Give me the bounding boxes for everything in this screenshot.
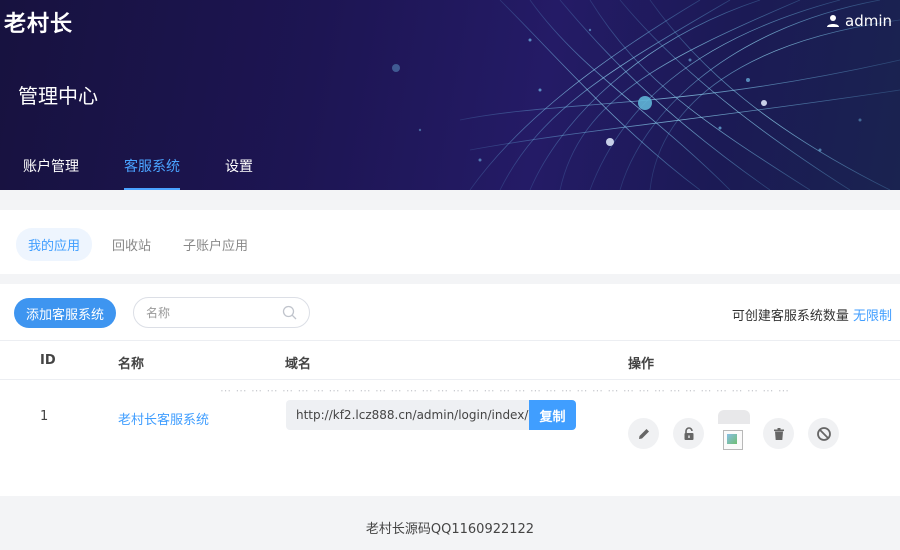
edit-button[interactable] bbox=[628, 418, 659, 449]
tab-my-apps[interactable]: 我的应用 bbox=[16, 228, 93, 261]
app-tabs: 我的应用 回收站 子账户应用 bbox=[16, 228, 260, 261]
ghost-tab bbox=[718, 410, 750, 424]
username: admin bbox=[845, 12, 892, 30]
trash-icon bbox=[773, 427, 784, 440]
domain-field[interactable]: http://kf2.lcz888.cn/admin/login/index/ bbox=[286, 400, 532, 430]
column-actions: 操作 bbox=[628, 357, 655, 372]
nav-customer-service[interactable]: 客服系统 bbox=[124, 150, 180, 190]
search-input[interactable] bbox=[146, 304, 276, 322]
tabs-card: 我的应用 回收站 子账户应用 bbox=[0, 210, 900, 274]
disable-button[interactable] bbox=[808, 418, 839, 449]
tab-recycle-bin[interactable]: 回收站 bbox=[100, 228, 163, 261]
unlock-button[interactable] bbox=[673, 418, 704, 449]
footer-text: 老村长源码QQ1160922122 bbox=[365, 522, 535, 537]
column-domain: 域名 bbox=[285, 357, 312, 372]
copy-button[interactable]: 复制 bbox=[529, 400, 576, 430]
add-service-button[interactable]: 添加客服系统 bbox=[14, 298, 116, 328]
apps-panel: 添加客服系统 可创建客服系统数量 无限制 ID 名称 域名 操作 ⋯ ⋯ ⋯ ⋯… bbox=[0, 284, 900, 496]
tab-sub-account-apps[interactable]: 子账户应用 bbox=[171, 228, 260, 261]
broken-image-icon[interactable] bbox=[723, 430, 743, 450]
delete-button[interactable] bbox=[763, 418, 794, 449]
cell-id: 1 bbox=[40, 409, 49, 424]
logo: 老村长 bbox=[4, 12, 74, 37]
ghost-overlay: ⋯ ⋯ ⋯ ⋯ ⋯ ⋯ ⋯ ⋯ ⋯ ⋯ ⋯ ⋯ ⋯ ⋯ ⋯ ⋯ ⋯ ⋯ ⋯ ⋯ … bbox=[220, 384, 790, 397]
nav-account-management[interactable]: 账户管理 bbox=[23, 150, 79, 190]
cell-name-link[interactable]: 老村长客服系统 bbox=[118, 409, 209, 428]
user-menu[interactable]: admin bbox=[826, 12, 892, 30]
nav-settings[interactable]: 设置 bbox=[225, 150, 253, 190]
quota-label: 可创建客服系统数量 bbox=[731, 309, 849, 324]
table-row: ⋯ ⋯ ⋯ ⋯ ⋯ ⋯ ⋯ ⋯ ⋯ ⋯ ⋯ ⋯ ⋯ ⋯ ⋯ ⋯ ⋯ ⋯ ⋯ ⋯ … bbox=[0, 380, 900, 460]
ban-icon bbox=[816, 426, 831, 441]
edit-icon bbox=[638, 428, 649, 439]
column-id: ID bbox=[40, 353, 56, 368]
quota-info: 可创建客服系统数量 无限制 bbox=[732, 305, 892, 324]
table-header: ID 名称 域名 操作 bbox=[0, 340, 900, 380]
unlock-icon bbox=[684, 426, 693, 440]
quota-value: 无限制 bbox=[852, 309, 892, 324]
header-banner: 老村长 admin 管理中心 账户管理 客服系统 设置 bbox=[0, 0, 900, 190]
search-box bbox=[133, 297, 310, 328]
column-name: 名称 bbox=[118, 357, 145, 372]
user-icon bbox=[827, 15, 839, 27]
search-icon[interactable] bbox=[282, 305, 297, 320]
page-title: 管理中心 bbox=[18, 84, 98, 108]
main-nav: 账户管理 客服系统 设置 bbox=[0, 150, 275, 190]
